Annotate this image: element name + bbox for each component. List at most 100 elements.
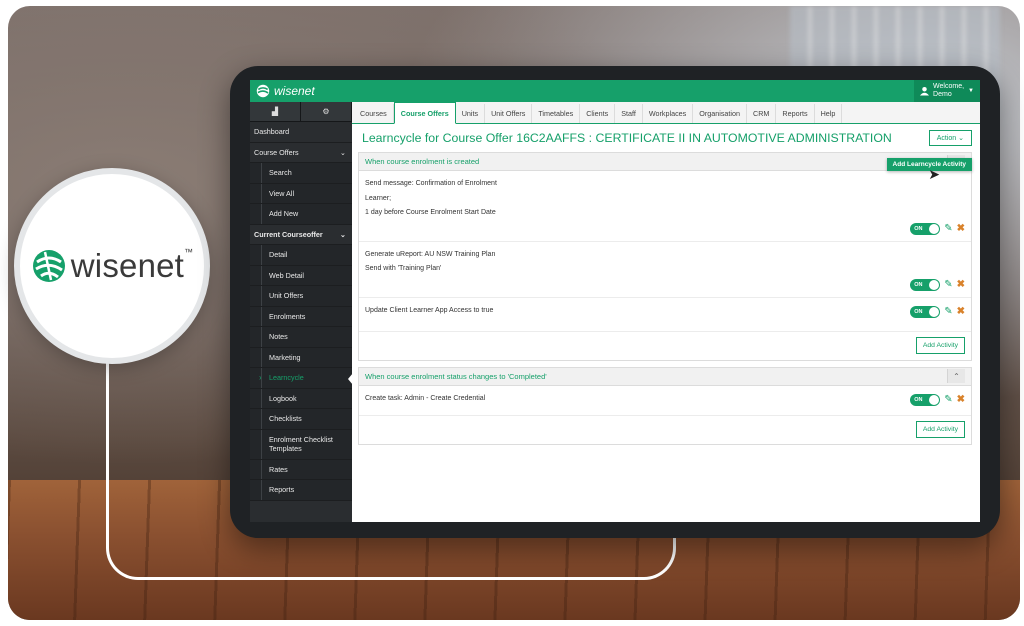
add-activity-button[interactable]: Add Activity <box>915 337 965 354</box>
sidebar-item-reports[interactable]: Reports <box>250 480 352 501</box>
settings-icon[interactable]: ⚙ <box>301 102 352 121</box>
chevron-down-icon: ▼ <box>968 88 974 94</box>
tab-clients[interactable]: Clients <box>580 104 616 123</box>
signal-icon[interactable]: ▟ <box>250 102 301 121</box>
active-toggle[interactable]: ON <box>910 222 941 235</box>
panel-header[interactable]: When course enrolment status changes to … <box>359 367 971 386</box>
active-toggle[interactable]: ON <box>910 278 941 291</box>
sidebar-item-logbook[interactable]: Logbook <box>250 388 352 409</box>
active-toggle[interactable]: ON <box>910 305 941 318</box>
sidebar-item-label: Marketing <box>269 352 301 362</box>
tab-workplaces[interactable]: Workplaces <box>643 104 694 123</box>
sidebar-item-dashboard[interactable]: Dashboard <box>250 122 352 143</box>
delete-icon[interactable]: ✖ <box>957 223 965 234</box>
tree-line <box>261 163 262 183</box>
tab-course-offers[interactable]: Course Offers <box>393 102 456 124</box>
chevron-down-icon: ⌄ <box>339 147 346 157</box>
sidebar-item-label: View All <box>269 188 295 198</box>
sidebar-item-enrolment-checklist-templates[interactable]: Enrolment Checklist Templates <box>250 429 352 460</box>
sidebar: ▟ ⚙ Dashboard Course Offers ⌄ Search View Al… <box>250 102 353 522</box>
sidebar-item-unit-offers[interactable]: Unit Offers <box>250 286 352 307</box>
learncycle-panel: When course enrolment status changes to … <box>358 366 972 445</box>
logo-wordmark: wisenet™ <box>70 247 194 284</box>
tab-staff[interactable]: Staff <box>615 104 643 123</box>
tab-bar: Courses Course Offers Units Unit Offers Time… <box>352 102 980 124</box>
delete-icon[interactable]: ✖ <box>957 279 965 290</box>
tree-line <box>261 286 262 306</box>
add-activity-button[interactable]: Add Activity <box>915 421 965 438</box>
activity-text: Send with 'Training Plan' <box>365 265 442 272</box>
sidebar-item-notes[interactable]: Notes <box>250 327 352 348</box>
user-icon <box>920 86 930 96</box>
delete-icon[interactable]: ✖ <box>957 306 965 317</box>
title-row: Learncycle for Course Offer 16C2AAFFS : … <box>352 124 980 152</box>
learncycle-panel: When course enrolment is created⌃Send me… <box>358 152 972 361</box>
action-button[interactable]: Action ⌄ <box>928 130 972 146</box>
activity-controls: ON ✎ ✖ <box>910 393 965 406</box>
panels: When course enrolment is created⌃Send me… <box>352 152 980 445</box>
sidebar-item-label: Rates <box>269 464 288 474</box>
delete-icon[interactable]: ✖ <box>957 394 965 405</box>
sidebar-item-current-courseoffer[interactable]: Current Courseoffer ⌄ <box>250 225 352 245</box>
sidebar-item-course-offers[interactable]: Course Offers ⌄ <box>250 143 352 163</box>
add-activity-row: Add Activity <box>359 332 971 360</box>
activity-row: Send message: Confirmation of Enrolment L… <box>359 171 971 242</box>
main-content: Courses Course Offers Units Unit Offers Time… <box>352 102 980 522</box>
sidebar-item-search[interactable]: Search <box>250 163 352 184</box>
tab-reports[interactable]: Reports <box>776 104 815 123</box>
activity-text: Update Client Learner App Access to true <box>365 306 494 314</box>
sidebar-item-enrolments[interactable]: Enrolments <box>250 306 352 327</box>
tab-organisation[interactable]: Organisation <box>693 104 748 123</box>
sidebar-item-checklists[interactable]: Checklists <box>250 409 352 430</box>
sidebar-item-label: Unit Offers <box>269 291 304 301</box>
tree-line <box>261 306 262 326</box>
tab-courses[interactable]: Courses <box>354 104 394 123</box>
sidebar-item-view-all[interactable]: View All <box>250 183 352 204</box>
activity-row: Create task: Admin - Create Credential ON… <box>359 386 971 416</box>
collapse-icon[interactable]: ⌃ <box>947 369 965 383</box>
tree-line <box>261 245 262 265</box>
tree-line <box>261 459 262 479</box>
sidebar-item-learncycle[interactable]: Learncycle <box>250 368 353 389</box>
sidebar-item-add-new[interactable]: Add New <box>250 204 352 225</box>
sidebar-item-detail[interactable]: Detail <box>250 245 352 266</box>
panel-title: When course enrolment status changes to … <box>365 371 547 381</box>
pencil-icon[interactable]: ✎ <box>944 223 952 234</box>
sidebar-item-marketing[interactable]: Marketing <box>250 347 352 368</box>
sidebar-item-rates[interactable]: Rates <box>250 459 352 480</box>
pencil-icon[interactable]: ✎ <box>944 394 952 405</box>
tree-line <box>261 204 262 224</box>
tab-crm[interactable]: CRM <box>747 104 777 123</box>
sidebar-item-web-detail[interactable]: Web Detail <box>250 265 352 286</box>
activity-text: Send message: Confirmation of Enrolment <box>365 180 497 187</box>
pencil-icon[interactable]: ✎ <box>944 279 952 290</box>
tree-line <box>261 327 262 347</box>
sidebar-tools: ▟ ⚙ <box>250 102 352 122</box>
panel-title: When course enrolment is created <box>365 157 480 166</box>
activity-text: Create task: Admin - Create Credential <box>365 394 486 402</box>
top-bar: wisenet Welcome, Demo ▼ <box>250 80 980 102</box>
active-toggle[interactable]: ON <box>910 393 941 406</box>
tab-timetables[interactable]: Timetables <box>532 104 581 123</box>
activity-text: Learner; <box>365 194 392 202</box>
app-name: wisenet <box>274 84 315 98</box>
wisenet-logo-icon <box>32 250 65 282</box>
add-activity-row: Add Activity <box>359 416 971 444</box>
sidebar-item-label: Detail <box>269 250 288 260</box>
tree-line <box>261 409 262 429</box>
app-brand[interactable]: wisenet <box>256 84 315 98</box>
sidebar-item-label: Dashboard <box>254 127 290 137</box>
pencil-icon[interactable]: ✎ <box>944 306 952 317</box>
user-name: Demo <box>933 91 952 98</box>
tab-unit-offers[interactable]: Unit Offers <box>485 104 533 123</box>
chevron-down-icon: ⌄ <box>339 229 346 239</box>
tab-help[interactable]: Help <box>815 104 843 123</box>
tab-units[interactable]: Units <box>456 104 486 123</box>
tree-line <box>261 480 262 500</box>
panel-header[interactable]: When course enrolment is created⌃ <box>359 153 971 171</box>
welcome-label: Welcome, <box>933 83 965 90</box>
activity-text: Generate uReport: AU NSW Training Plan <box>365 250 496 258</box>
chevron-down-icon: ⌄ <box>958 135 964 142</box>
activity-controls: ON ✎ ✖ <box>910 222 965 235</box>
user-menu[interactable]: Welcome, Demo ▼ <box>914 80 980 102</box>
